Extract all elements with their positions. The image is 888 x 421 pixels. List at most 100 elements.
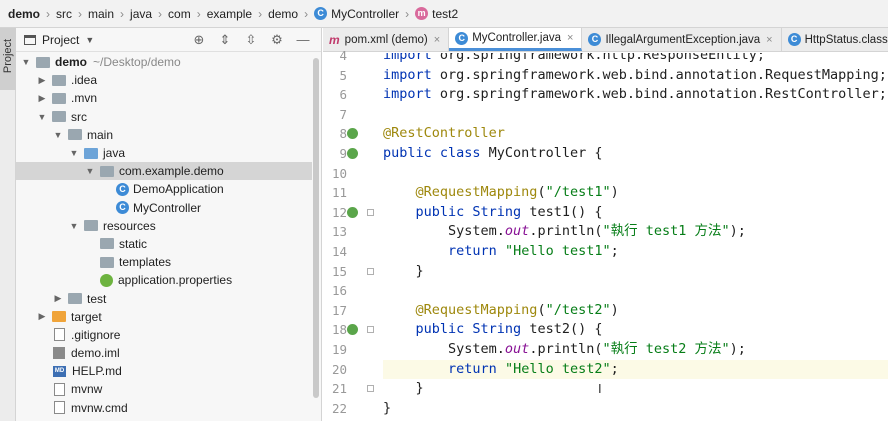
close-icon[interactable]: × [434, 34, 440, 46]
tree-item-label: mvnw [71, 382, 103, 397]
code-line[interactable]: public String test2() { [383, 320, 888, 340]
code-line[interactable]: } [383, 262, 888, 282]
breadcrumb-item-com[interactable]: com [168, 7, 191, 21]
chevron-down-icon[interactable]: ▼ [20, 57, 32, 67]
code-text[interactable]: import org.springframework.http.Response… [383, 53, 888, 421]
project-tool-window-button[interactable]: Project [0, 28, 16, 90]
breadcrumb-item-test2[interactable]: m test2 [415, 7, 458, 21]
code-line[interactable]: return "Hello test1"; [383, 242, 888, 262]
code-area[interactable]: 4 5 6 7 8 9 10 11 12 13 14 15 16 17 18 19 20 21 22 import … [323, 48, 888, 421]
code-line[interactable]: return "Hello test2"; [383, 359, 888, 380]
close-icon[interactable]: × [766, 34, 772, 46]
breadcrumb-item-main[interactable]: main [88, 7, 114, 21]
tree-item-path: ~/Desktop/demo [93, 55, 181, 70]
folder-icon [100, 238, 114, 250]
fold-toggle-icon[interactable] [367, 385, 374, 393]
chevron-down-icon[interactable]: ▼ [36, 112, 48, 122]
collapse-all-icon[interactable]: ⇳ [243, 32, 259, 48]
project-panel-header: Project ▼ ⊕ ⇕ ⇳ ⚙ — [16, 28, 321, 52]
tree-item-demo-iml[interactable]: demo.iml [16, 344, 312, 362]
code-line[interactable]: import org.springframework.http.Response… [383, 53, 888, 66]
tree-item-templates[interactable]: templates [16, 253, 312, 271]
tree-item-mycontroller[interactable]: C MyController [16, 199, 312, 217]
code-line[interactable]: import org.springframework.web.bind.anno… [383, 85, 888, 105]
chevron-right-icon[interactable]: ▶ [36, 75, 48, 86]
breadcrumb-item-mycontroller[interactable]: C MyController [314, 7, 399, 21]
tree-item-mvnw[interactable]: mvnw [16, 380, 312, 398]
chevron-down-icon[interactable]: ▼ [84, 166, 96, 176]
spring-bean-gutter-icon[interactable] [347, 206, 358, 218]
code-line[interactable]: @RestController [383, 124, 888, 144]
tree-item-mvnw-cmd[interactable]: mvnw.cmd [16, 399, 312, 417]
project-view-selector[interactable]: Project [42, 33, 79, 47]
tree-item-demo[interactable]: ▼ demo ~/Desktop/demo [16, 53, 312, 71]
spring-bean-gutter-icon[interactable] [347, 128, 358, 140]
code-line[interactable]: System.out.println("執行 test1 方法"); [383, 222, 888, 242]
line-number: 11 [331, 185, 347, 201]
tree-item-src[interactable]: ▼ src [16, 108, 312, 126]
code-line[interactable]: public class MyController { [383, 144, 888, 164]
chevron-right-icon[interactable]: ▶ [52, 293, 64, 304]
class-icon: C [455, 31, 469, 45]
tree-item-mvn[interactable]: ▶ .mvn [16, 89, 312, 107]
code-line[interactable] [383, 281, 888, 301]
tree-item-label: target [71, 309, 102, 324]
fold-toggle-icon[interactable] [367, 267, 374, 275]
tree-item-target[interactable]: ▶ target [16, 308, 312, 326]
breadcrumb-item-src[interactable]: src [56, 7, 72, 21]
chevron-down-icon[interactable]: ▼ [52, 130, 64, 140]
spring-properties-icon [100, 273, 113, 287]
tree-item-help-md[interactable]: MD HELP.md [16, 362, 312, 380]
tab-mycontroller-java[interactable]: C MyController.java × [449, 28, 583, 51]
close-icon[interactable]: × [567, 32, 573, 44]
code-line[interactable]: public String test1() { [383, 203, 888, 223]
breadcrumb-item-java[interactable]: java [130, 7, 152, 21]
gutter-line: 22 [323, 399, 379, 419]
tab-httpstatus-class[interactable]: C HttpStatus.class [782, 28, 888, 51]
fold-toggle-icon[interactable] [367, 208, 374, 216]
maven-icon: m [329, 32, 340, 47]
tree-item-static[interactable]: static [16, 235, 312, 253]
project-panel: Project ▼ ⊕ ⇕ ⇳ ⚙ — ▼ demo ~/Desktop/dem… [16, 28, 322, 421]
spring-bean-gutter-icon[interactable] [347, 148, 358, 159]
spring-bean-gutter-icon[interactable] [347, 324, 358, 336]
tree-item-idea[interactable]: ▶ .idea [16, 71, 312, 89]
breadcrumb-item-example[interactable]: example [207, 7, 252, 21]
code-line[interactable] [383, 105, 888, 125]
tree-item-label: main [87, 127, 114, 142]
tree-item-java[interactable]: ▼ java [16, 144, 312, 162]
tree-item-com-example-demo[interactable]: ▼ com.example.demo [16, 162, 312, 181]
tree-item-test[interactable]: ▶ test [16, 289, 312, 307]
code-line[interactable]: } [383, 379, 888, 399]
line-number: 17 [331, 302, 347, 318]
code-line[interactable]: @RequestMapping("/test2") [383, 301, 888, 321]
tree-item-application-properties[interactable]: application.properties [16, 271, 312, 289]
folder-icon [100, 256, 114, 268]
line-number: 19 [331, 342, 347, 357]
locate-icon[interactable]: ⊕ [191, 32, 207, 48]
chevron-down-icon[interactable]: ▼ [68, 148, 80, 158]
breadcrumb-item-demo[interactable]: demo [268, 7, 298, 21]
chevron-right-icon[interactable]: ▶ [36, 311, 48, 322]
chevron-down-icon[interactable]: ▼ [68, 221, 80, 231]
hide-icon[interactable]: — [295, 32, 311, 48]
breadcrumb-item-demo-root[interactable]: demo [8, 7, 40, 21]
code-line[interactable]: import org.springframework.web.bind.anno… [383, 66, 888, 86]
expand-all-icon[interactable]: ⇕ [217, 32, 233, 48]
tab-illegalargumentexception-java[interactable]: C IllegalArgumentException.java × [582, 28, 782, 51]
markdown-icon: MD [53, 365, 66, 377]
chevron-right-icon: › [46, 6, 51, 21]
code-line[interactable] [383, 164, 888, 184]
project-panel-scrollbar[interactable] [313, 58, 319, 398]
chevron-right-icon[interactable]: ▶ [36, 93, 48, 104]
tree-item-demoapplication[interactable]: C DemoApplication [16, 180, 312, 198]
code-line[interactable]: } [383, 399, 888, 419]
tree-item-main[interactable]: ▼ main [16, 126, 312, 144]
gear-icon[interactable]: ⚙ [269, 32, 285, 48]
chevron-down-icon[interactable]: ▼ [85, 35, 94, 45]
tree-item-resources[interactable]: ▼ resources [16, 217, 312, 235]
code-line[interactable]: System.out.println("執行 test2 方法"); [383, 340, 888, 360]
tree-item-gitignore[interactable]: .gitignore [16, 326, 312, 344]
fold-toggle-icon[interactable] [367, 326, 374, 334]
code-line[interactable]: @RequestMapping("/test1") [383, 183, 888, 203]
